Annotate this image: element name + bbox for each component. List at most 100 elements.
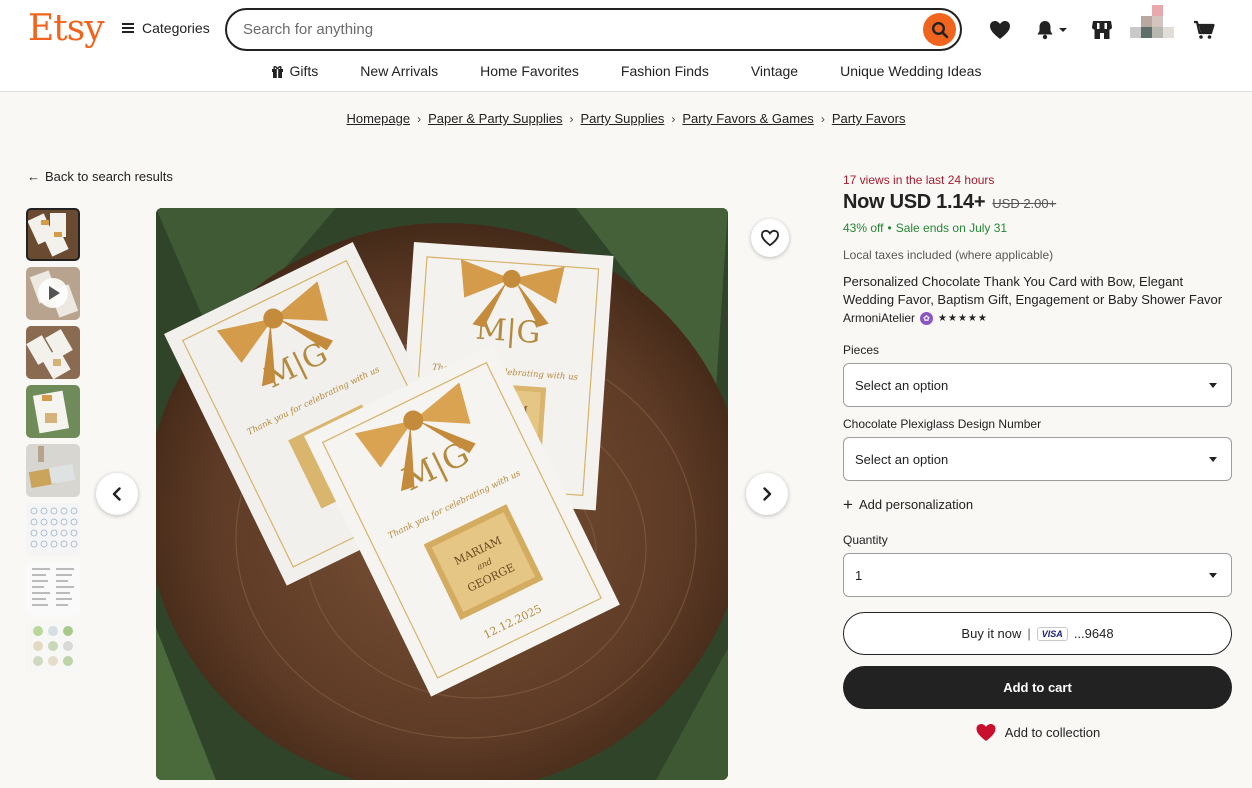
- quantity-label: Quantity: [843, 533, 888, 547]
- star-seller-icon: ✿: [920, 311, 934, 325]
- thumbnail-7[interactable]: [26, 562, 80, 615]
- nav-label: Unique Wedding Ideas: [840, 63, 982, 79]
- nav-label: Gifts: [289, 63, 319, 79]
- taxes-note: Local taxes included (where applicable): [843, 248, 1054, 262]
- shop-icon: [1092, 21, 1112, 39]
- play-icon: [38, 278, 68, 308]
- shop-manager-button[interactable]: [1089, 17, 1115, 43]
- add-to-collection-label: Add to collection: [1004, 725, 1101, 740]
- buy-it-now-label: Buy it now: [961, 626, 1022, 641]
- nav-item-unique-wedding-ideas[interactable]: Unique Wedding Ideas: [819, 58, 1002, 84]
- previous-image-button[interactable]: [96, 473, 138, 515]
- thumbnail-video[interactable]: [26, 267, 80, 320]
- caret-down-icon: [1209, 573, 1217, 578]
- visa-card-icon: VISA: [1036, 626, 1068, 641]
- cart-button[interactable]: [1191, 17, 1217, 43]
- caret-down-icon: [1209, 457, 1217, 462]
- gift-icon: [271, 65, 283, 78]
- thumbnail-5[interactable]: [26, 444, 80, 497]
- views-notice: 17 views in the last 24 hours: [843, 173, 995, 187]
- cart-icon: [1194, 20, 1215, 39]
- chevron-right-icon: ›: [569, 112, 574, 126]
- site-header: Etsy Categories Search for anything Gift…: [0, 0, 1252, 92]
- back-to-search-link[interactable]: ← Back to search results: [27, 169, 173, 184]
- thumbnail-8[interactable]: [26, 621, 80, 674]
- add-to-cart-button[interactable]: Add to cart: [843, 666, 1232, 709]
- breadcrumb-link[interactable]: Party Favors & Games: [682, 111, 813, 126]
- favorite-button[interactable]: [751, 219, 789, 257]
- current-price: Now USD 1.14+: [843, 191, 986, 213]
- search-button[interactable]: [923, 13, 956, 46]
- breadcrumb-link[interactable]: Party Supplies: [581, 111, 665, 126]
- avatar[interactable]: [1130, 5, 1174, 39]
- nav-item-home-favorites[interactable]: Home Favorites: [459, 58, 600, 84]
- chevron-right-icon: ›: [417, 112, 422, 126]
- breadcrumb-link[interactable]: Homepage: [346, 111, 410, 126]
- product-details: 17 views in the last 24 hours Now USD 1.…: [843, 172, 1232, 742]
- notifications-button[interactable]: [1031, 17, 1071, 43]
- thumbnail-1[interactable]: [26, 208, 80, 261]
- plus-icon: +: [843, 494, 853, 514]
- nav-item-fashion-finds[interactable]: Fashion Finds: [600, 58, 730, 84]
- thumbnail-4[interactable]: [26, 385, 80, 438]
- nav-label: Vintage: [750, 63, 799, 79]
- design-select[interactable]: Select an option: [843, 437, 1232, 481]
- chevron-right-icon: [763, 487, 772, 501]
- favorites-button[interactable]: [987, 17, 1013, 43]
- quantity-value: 1: [855, 567, 863, 583]
- design-select-value: Select an option: [855, 451, 949, 467]
- chevron-right-icon: ›: [671, 112, 676, 126]
- nav-item-new-arrivals[interactable]: New Arrivals: [339, 58, 459, 84]
- nav-label: Home Favorites: [480, 63, 579, 79]
- card-last4: ...9648: [1073, 626, 1114, 641]
- categories-button[interactable]: Categories: [122, 20, 210, 36]
- nav-label: New Arrivals: [360, 63, 439, 79]
- add-to-collection-button[interactable]: Add to collection: [843, 723, 1232, 742]
- quantity-select[interactable]: 1: [843, 553, 1232, 597]
- separator: |: [1027, 626, 1031, 641]
- add-personalization-label: Add personalization: [858, 497, 974, 512]
- heart-outline-icon: [760, 229, 780, 247]
- shop-name-link[interactable]: ArmoniAtelier: [843, 311, 915, 325]
- thumbnail-3[interactable]: [26, 326, 80, 379]
- pieces-label: Pieces: [843, 343, 880, 357]
- caret-down-icon: [1059, 28, 1067, 32]
- dot-separator: •: [887, 221, 892, 235]
- chevron-left-icon: [112, 487, 121, 501]
- product-image[interactable]: M|G Thank you for celebrating with us MA…: [156, 208, 728, 780]
- breadcrumb-link[interactable]: Paper & Party Supplies: [428, 111, 562, 126]
- sale-info: 43% off • Sale ends on July 31: [843, 221, 1232, 235]
- etsy-logo[interactable]: Etsy: [28, 8, 105, 49]
- buy-it-now-button[interactable]: Buy it now | VISA ...9648: [843, 612, 1232, 655]
- sale-ends-label: Sale ends on July 31: [895, 221, 1008, 235]
- nav-item-vintage[interactable]: Vintage: [730, 58, 819, 84]
- search-bar: [225, 8, 962, 51]
- menu-icon: [122, 23, 134, 33]
- next-image-button[interactable]: [746, 473, 788, 515]
- heart-icon: [990, 21, 1010, 39]
- pieces-select[interactable]: Select an option: [843, 363, 1232, 407]
- arrow-left-icon: ←: [27, 169, 40, 184]
- chevron-right-icon: ›: [820, 112, 825, 126]
- thumbnail-6[interactable]: [26, 503, 80, 556]
- add-personalization-button[interactable]: + Add personalization: [843, 494, 1232, 514]
- bell-icon: [1037, 21, 1053, 40]
- back-link-label: Back to search results: [45, 169, 173, 184]
- pieces-select-value: Select an option: [855, 377, 949, 393]
- discount-label: 43% off: [843, 221, 884, 235]
- nav-item-gifts[interactable]: Gifts: [250, 58, 340, 84]
- search-icon: [931, 21, 948, 38]
- nav-label: Fashion Finds: [620, 63, 709, 79]
- heart-icon: [976, 723, 996, 742]
- category-nav: Gifts New Arrivals Home Favorites Fashio…: [0, 58, 1252, 84]
- original-price: USD 2.00+: [992, 196, 1057, 211]
- caret-down-icon: [1209, 383, 1217, 388]
- breadcrumb: Homepage › Paper & Party Supplies › Party Su…: [0, 111, 1252, 126]
- product-title: Personalized Chocolate Thank You Card wi…: [843, 274, 1223, 307]
- price-row: Now USD 1.14+ USD 2.00+: [843, 191, 1232, 214]
- shop-row: ArmoniAtelier ✿ ★★★★★: [843, 311, 1232, 325]
- breadcrumb-link[interactable]: Party Favors: [832, 111, 906, 126]
- thumbnail-list: [26, 208, 80, 680]
- add-to-cart-label: Add to cart: [1003, 680, 1072, 695]
- search-input[interactable]: [243, 21, 883, 38]
